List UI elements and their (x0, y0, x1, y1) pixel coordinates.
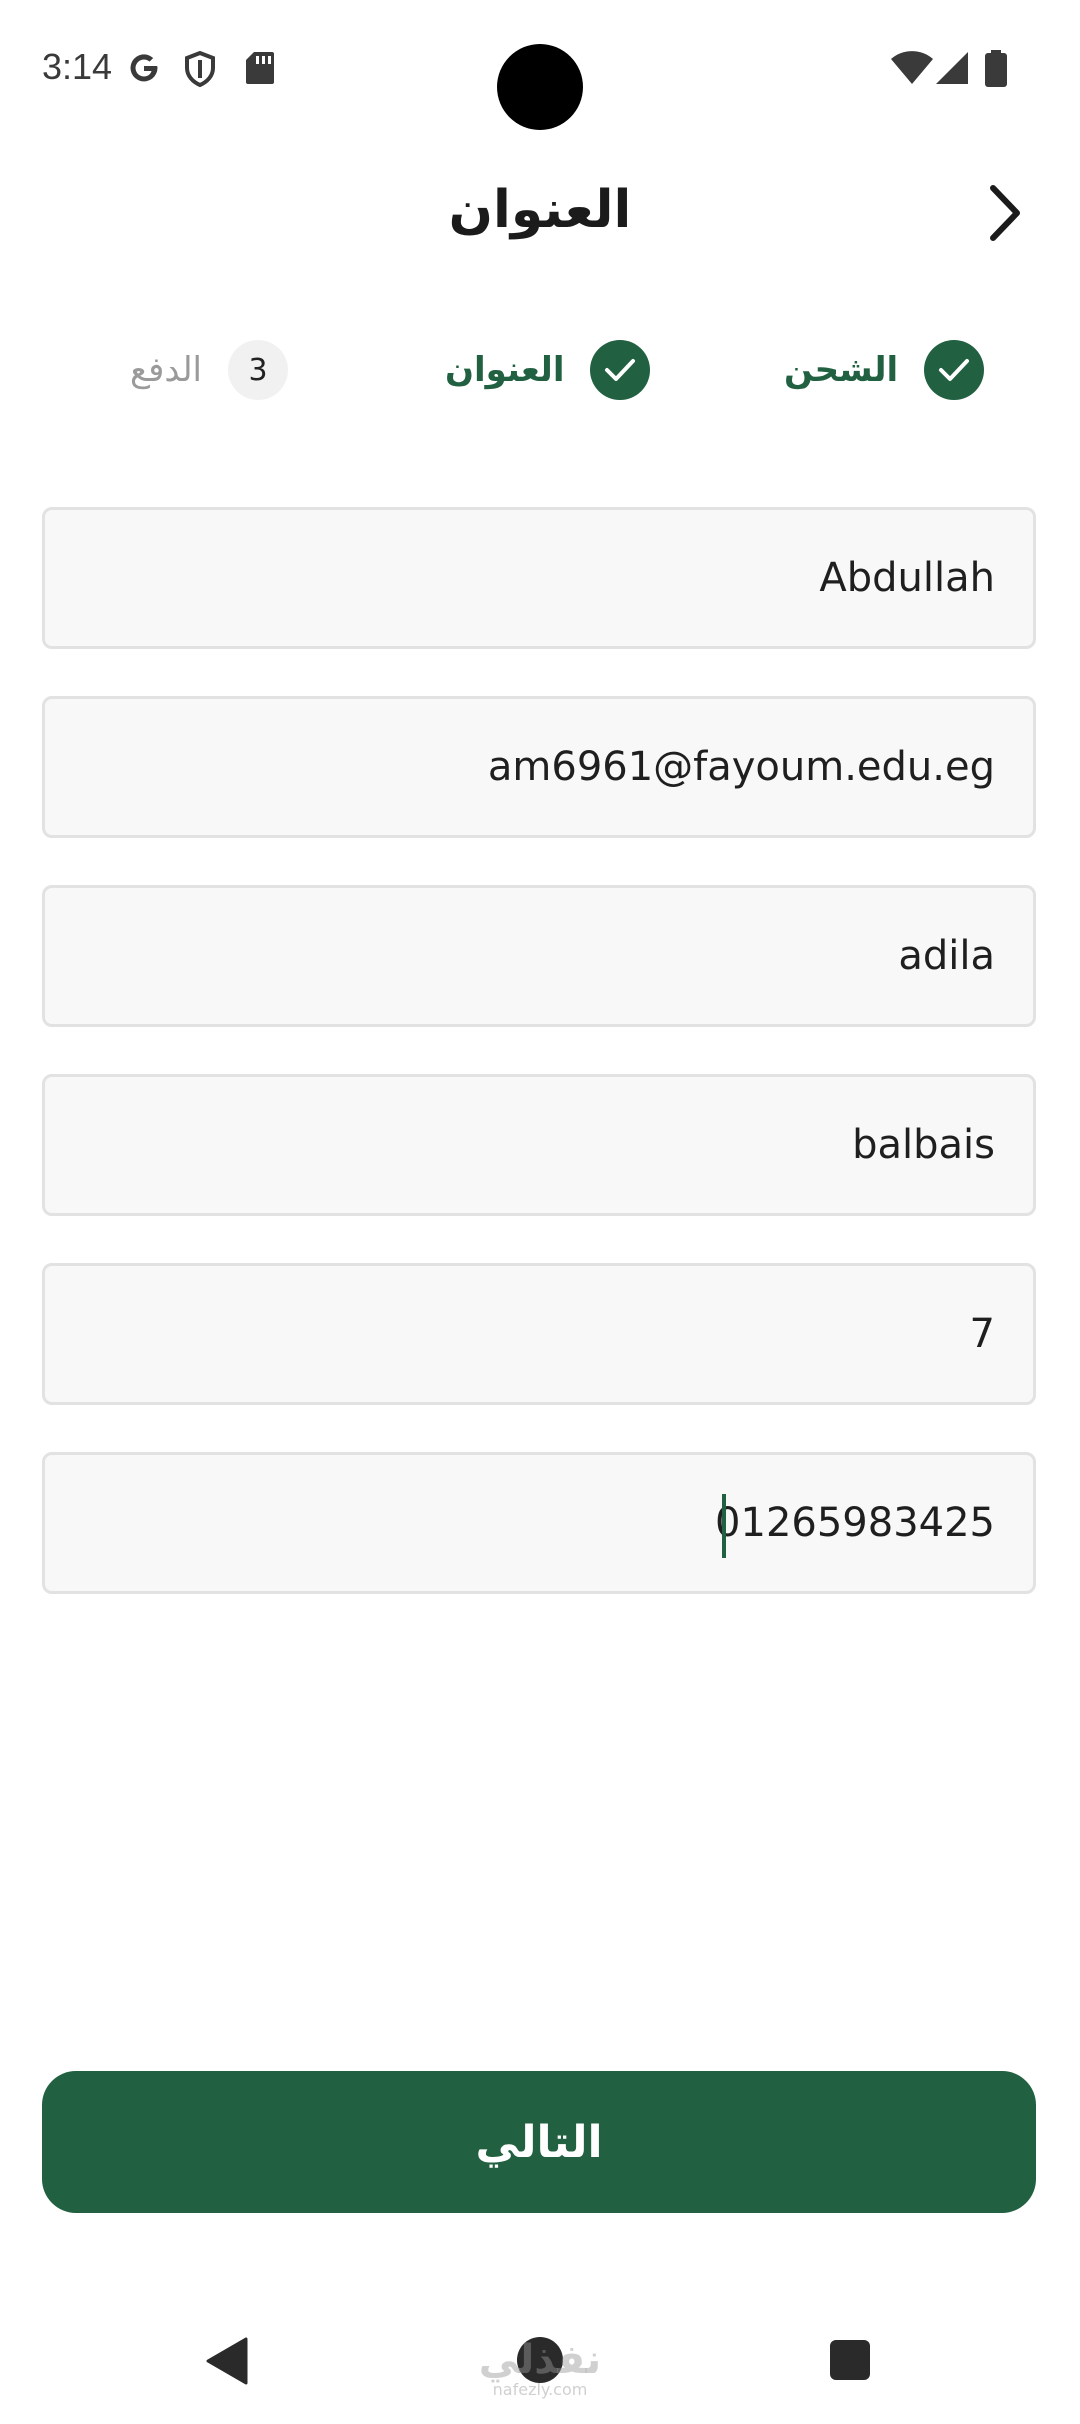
name-input[interactable] (45, 510, 1033, 646)
status-bar: 3:14 (0, 0, 1080, 140)
nav-recents-icon[interactable] (830, 2340, 870, 2380)
step-label: الدفع (130, 350, 203, 390)
city-input[interactable] (45, 888, 1033, 1024)
check-icon (590, 340, 651, 400)
email-field[interactable] (42, 696, 1036, 838)
signal-icon (934, 50, 974, 90)
camera-cutout (497, 44, 583, 130)
back-button[interactable] (970, 180, 1040, 250)
nav-back-icon[interactable] (204, 2337, 250, 2389)
phone-field[interactable] (42, 1452, 1036, 1594)
google-g-icon (126, 50, 166, 90)
text-caret (722, 1494, 726, 1558)
chevron-right-icon (985, 183, 1025, 247)
name-field[interactable] (42, 507, 1036, 649)
next-button[interactable]: التالي (42, 2071, 1036, 2213)
watermark: نفذلي nafezly.com (470, 2340, 610, 2400)
wifi-icon (890, 50, 934, 90)
district-field[interactable] (42, 1074, 1036, 1216)
step-shipping[interactable]: الشحن (784, 335, 985, 405)
watermark-domain: nafezly.com (492, 2380, 588, 2399)
building-number-field[interactable] (42, 1263, 1036, 1405)
step-payment[interactable]: الدفع 3 (130, 335, 289, 405)
check-icon (924, 340, 985, 400)
step-number: 3 (228, 340, 289, 400)
phone-input[interactable] (45, 1455, 1033, 1591)
shield-icon (182, 50, 222, 90)
city-field[interactable] (42, 885, 1036, 1027)
checkout-stepper: الشحن العنوان الدفع 3 (0, 335, 1080, 405)
district-input[interactable] (45, 1077, 1033, 1213)
step-label: العنوان (445, 350, 565, 390)
battery-icon (984, 50, 1008, 90)
step-address[interactable]: العنوان (445, 335, 651, 405)
building-number-input[interactable] (45, 1266, 1033, 1402)
watermark-text: نفذلي (478, 2337, 602, 2383)
email-input[interactable] (45, 699, 1033, 835)
step-label: الشحن (784, 350, 899, 390)
page-title: العنوان (448, 180, 632, 240)
sd-card-icon (244, 50, 284, 90)
status-time: 3:14 (42, 46, 113, 87)
